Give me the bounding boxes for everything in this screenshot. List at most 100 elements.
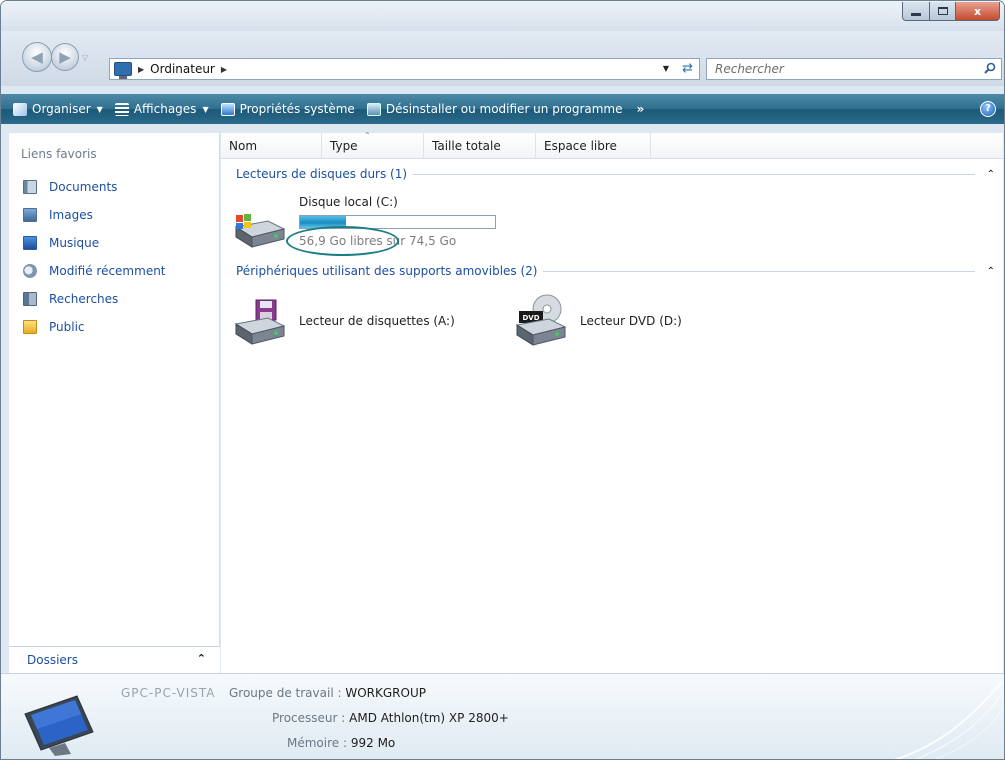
refresh-icon[interactable]: ⇄ <box>682 61 693 76</box>
chevron-up-icon: ⌃ <box>196 652 206 665</box>
breadcrumb-ordinateur[interactable]: Ordinateur <box>150 62 215 76</box>
chevron-up-icon[interactable]: ⌃ <box>987 266 995 277</box>
group-label: Périphériques utilisant des supports amo… <box>236 264 538 278</box>
processor-label: Processeur : <box>272 711 346 725</box>
group-divider <box>543 270 975 272</box>
workgroup-row: Groupe de travail : WORKGROUP <box>229 686 426 700</box>
column-header-label: Espace libre <box>544 139 617 153</box>
favorite-link-label: Modifié récemment <box>49 264 166 278</box>
favorite-link-label: Documents <box>49 180 118 194</box>
breadcrumb-separator-icon[interactable]: ▶ <box>138 65 144 74</box>
processor-row: Processeur : AMD Athlon(tm) XP 2800+ <box>272 711 509 725</box>
uninstall-program-icon <box>366 102 381 116</box>
organize-label: Organiser <box>32 102 91 116</box>
column-header-total-size[interactable]: Taille totale <box>424 133 536 159</box>
workgroup-value: WORKGROUP <box>345 686 426 700</box>
more-commands-button[interactable]: » <box>637 102 645 116</box>
favorite-link-music[interactable]: Musique <box>23 229 166 257</box>
column-header-type[interactable]: ⌃ Type <box>322 131 424 159</box>
column-header-name[interactable]: Nom <box>221 133 322 159</box>
views-label: Affichages <box>133 102 197 116</box>
memory-label: Mémoire : <box>287 736 348 750</box>
computer-name: GPC-PC-VISTA <box>121 686 216 700</box>
organize-button[interactable]: Organiser ▼ <box>13 102 103 116</box>
forward-arrow-icon: ▶ <box>59 48 71 66</box>
group-label: Lecteurs de disques durs (1) <box>236 167 408 181</box>
address-bar[interactable]: ▶ Ordinateur ▶ ▼ ⇄ <box>109 58 700 80</box>
maximize-button[interactable] <box>930 2 956 21</box>
system-properties-icon <box>220 102 235 116</box>
column-header-label: Nom <box>229 139 258 153</box>
column-header-label: Type <box>330 139 358 153</box>
floppy-drive-icon[interactable] <box>232 298 286 346</box>
favorite-link-recent[interactable]: Modifié récemment <box>23 257 166 285</box>
drive-name: Lecteur DVD (D:) <box>580 314 682 328</box>
memory-row: Mémoire : 992 Mo <box>287 736 395 750</box>
processor-value: AMD Athlon(tm) XP 2800+ <box>349 711 509 725</box>
favorite-link-images[interactable]: Images <box>23 201 166 229</box>
favorite-link-public[interactable]: Public <box>23 313 166 341</box>
memory-value: 992 Mo <box>350 736 396 750</box>
favorite-link-label: Images <box>49 208 93 222</box>
details-pane: GPC-PC-VISTA Groupe de travail : WORKGRO… <box>1 673 1004 759</box>
uninstall-program-label: Désinstaller ou modifier un programme <box>385 102 623 116</box>
close-button[interactable]: x <box>956 2 1000 21</box>
group-removable-devices[interactable]: Périphériques utilisant des supports amo… <box>236 263 1001 279</box>
column-header-free-space[interactable]: Espace libre <box>536 133 651 159</box>
music-icon <box>23 236 37 250</box>
drive-name: Disque local (C:) <box>299 195 398 209</box>
favorite-link-searches[interactable]: Recherches <box>23 285 166 313</box>
workgroup-label: Groupe de travail : <box>229 686 342 700</box>
forward-button[interactable]: ▶ <box>51 43 79 71</box>
system-properties-label: Propriétés système <box>239 102 355 116</box>
address-dropdown-icon[interactable]: ▼ <box>663 64 669 73</box>
annotation-oval <box>286 226 399 256</box>
back-button[interactable]: ◀ <box>22 42 52 72</box>
decorative-swoosh <box>893 681 1003 759</box>
favorite-links-list: Documents Images Musique Modifié récemme… <box>23 173 166 341</box>
search-icon[interactable] <box>984 62 996 74</box>
dropdown-arrow-icon: ▼ <box>96 104 103 114</box>
uninstall-program-button[interactable]: Désinstaller ou modifier un programme <box>366 102 623 116</box>
column-header-label: Taille totale <box>432 139 501 153</box>
local-disk-icon[interactable] <box>232 211 286 251</box>
content-pane: Nom ⌃ Type Taille totale Espace libre Le… <box>221 131 1003 673</box>
explorer-window: x ◀ ▶ ▽ ▶ Ordinateur ▶ ▼ ⇄ Rechercher Or… <box>0 0 1005 760</box>
computer-monitor-icon <box>24 695 94 756</box>
chevron-up-icon[interactable]: ⌃ <box>987 169 995 180</box>
help-icon[interactable]: ? <box>980 101 996 117</box>
drive-item-a[interactable]: Lecteur de disquettes (A:) <box>299 314 455 328</box>
public-folder-icon <box>23 320 37 334</box>
views-button[interactable]: Affichages ▼ <box>114 102 209 116</box>
drive-item-d[interactable]: Lecteur DVD (D:) <box>580 314 682 328</box>
search-input[interactable]: Rechercher <box>706 58 1002 80</box>
favorite-link-label: Musique <box>49 236 100 250</box>
recent-icon <box>23 264 37 278</box>
caption-buttons: x <box>902 2 1000 21</box>
group-hard-drives[interactable]: Lecteurs de disques durs (1) ⌃ <box>236 166 1001 182</box>
back-arrow-icon: ◀ <box>31 48 43 66</box>
folders-label: Dossiers <box>27 653 78 667</box>
drive-name: Lecteur de disquettes (A:) <box>299 314 455 328</box>
system-properties-button[interactable]: Propriétés système <box>220 102 355 116</box>
documents-icon <box>23 180 37 194</box>
searches-icon <box>23 292 37 306</box>
column-header-row: Nom ⌃ Type Taille totale Espace libre <box>221 131 1003 159</box>
minimize-button[interactable] <box>902 2 930 21</box>
dropdown-arrow-icon: ▼ <box>202 104 209 114</box>
breadcrumb-separator-icon[interactable]: ▶ <box>221 65 227 74</box>
favorite-links-title: Liens favoris <box>21 147 97 161</box>
command-bar: Organiser ▼ Affichages ▼ Propriétés syst… <box>1 94 1004 124</box>
minimize-icon <box>911 12 921 16</box>
organize-icon <box>13 102 27 116</box>
favorite-link-documents[interactable]: Documents <box>23 173 166 201</box>
drive-item-c[interactable]: Disque local (C:) <box>299 195 398 209</box>
close-icon: x <box>973 4 982 18</box>
recent-pages-dropdown[interactable]: ▽ <box>82 53 88 62</box>
dvd-drive-icon[interactable]: DVD <box>513 293 567 347</box>
maximize-icon <box>937 7 948 15</box>
navigation-pane: Liens favoris Documents Images Musique M… <box>9 133 220 673</box>
favorite-link-label: Public <box>49 320 85 334</box>
sort-ascending-icon: ⌃ <box>364 131 371 140</box>
folders-toggle[interactable]: Dossiers ⌃ <box>9 646 220 673</box>
